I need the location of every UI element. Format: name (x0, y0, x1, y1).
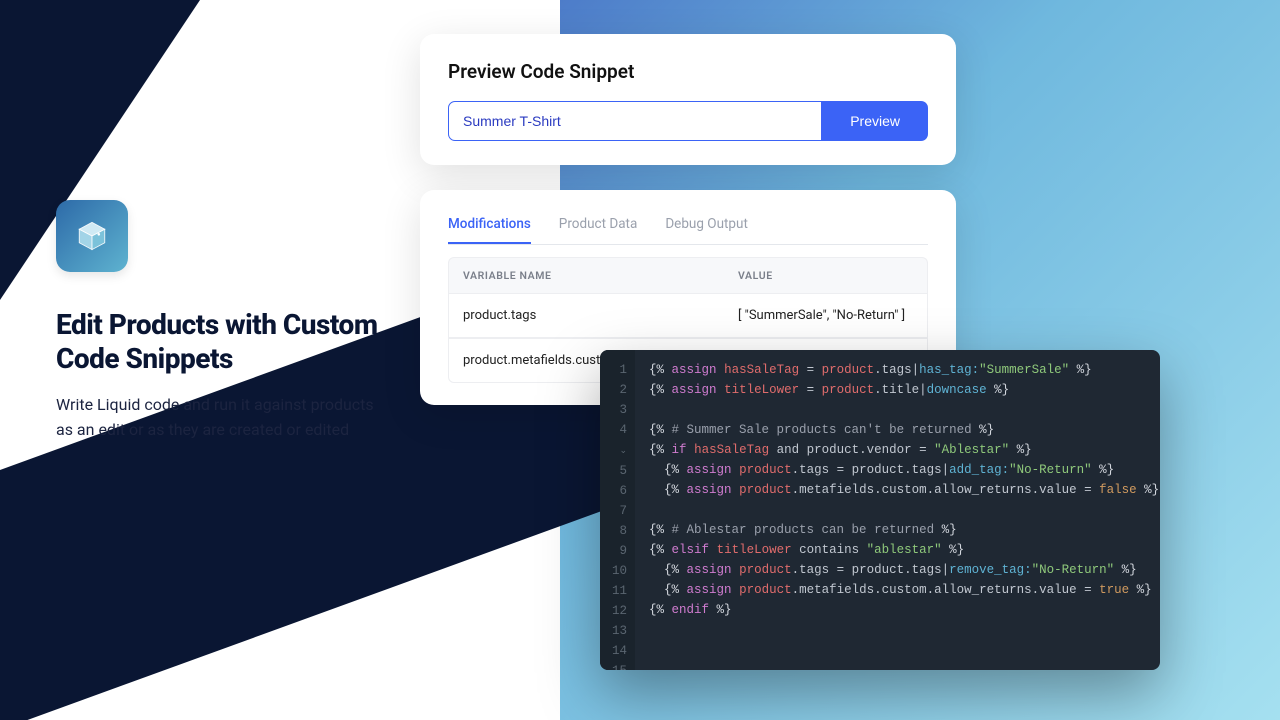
tab-modifications[interactable]: Modifications (448, 210, 531, 244)
tabs: Modifications Product Data Debug Output (448, 210, 928, 245)
code-editor[interactable]: 1234⌄ 567891011121314151617 {% assign ha… (600, 350, 1160, 670)
tab-debug-output[interactable]: Debug Output (665, 210, 748, 244)
cell-var-name: product.tags (449, 294, 724, 337)
preview-button[interactable]: Preview (822, 101, 928, 141)
col-header-value: VALUE (724, 258, 927, 293)
search-row: Preview (448, 101, 928, 141)
app-icon (56, 200, 128, 272)
preview-card: Preview Code Snippet Preview (420, 34, 956, 165)
col-header-name: VARIABLE NAME (449, 258, 724, 293)
preview-card-title: Preview Code Snippet (448, 60, 928, 83)
cell-var-value: [ "SummerSale", "No-Return" ] (724, 294, 927, 337)
cube-icon (75, 219, 109, 253)
table-row: product.tags [ "SummerSale", "No-Return"… (448, 293, 928, 338)
line-gutter: 1234⌄ 567891011121314151617 (600, 350, 635, 670)
code-content[interactable]: {% assign hasSaleTag = product.tags|has_… (635, 350, 1160, 670)
table-header: VARIABLE NAME VALUE (448, 257, 928, 293)
page-title: Edit Products with Custom Code Snippets (56, 308, 386, 375)
search-input[interactable] (448, 101, 822, 141)
left-column: Edit Products with Custom Code Snippets … (56, 200, 386, 443)
tab-product-data[interactable]: Product Data (559, 210, 638, 244)
page-subtitle: Write Liquid code and run it against pro… (56, 393, 386, 443)
